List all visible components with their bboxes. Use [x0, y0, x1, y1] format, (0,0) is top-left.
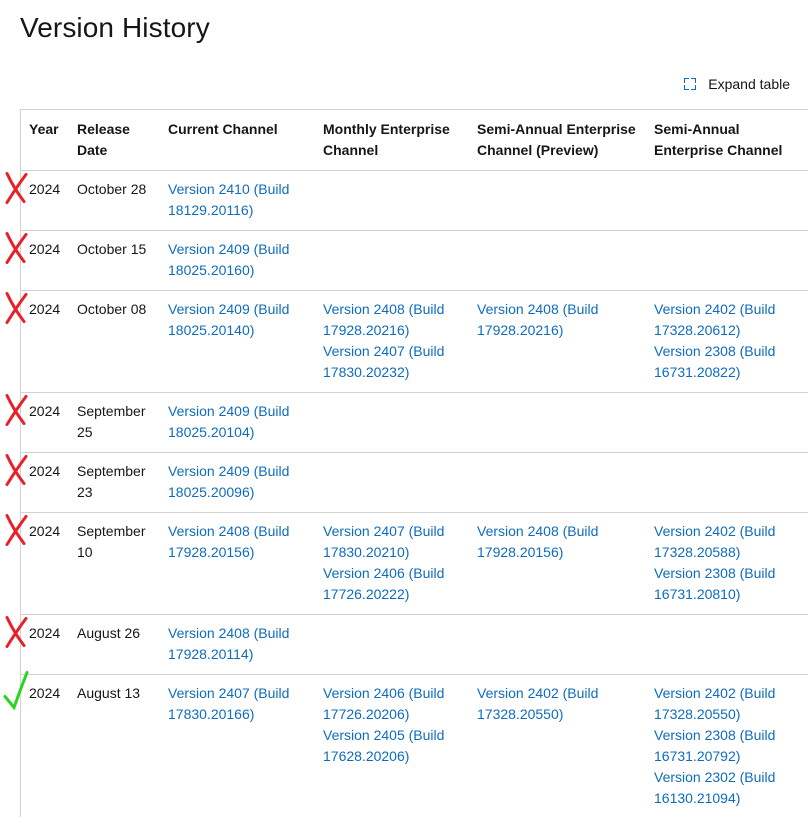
cell-current-channel: Version 2409 (Build 18025.20160)	[160, 231, 315, 291]
version-link[interactable]: Version 2408 (Build 17928.20156)	[477, 521, 642, 563]
version-link[interactable]: Version 2406 (Build 17726.20206)	[323, 683, 465, 725]
cell-semi-annual-enterprise	[646, 231, 808, 291]
cell-current-channel: Version 2409 (Build 18025.20096)	[160, 453, 315, 513]
table-body: 2024October 28Version 2410 (Build 18129.…	[21, 171, 808, 817]
header-semi-annual-enterprise: Semi-Annual Enterprise Channel	[646, 110, 808, 171]
cell-semi-annual-preview	[469, 615, 646, 675]
table-row: 2024October 15Version 2409 (Build 18025.…	[21, 231, 808, 291]
cell-release-date: September 23	[69, 453, 160, 513]
version-link[interactable]: Version 2410 (Build 18129.20116)	[168, 179, 311, 221]
cell-semi-annual-enterprise: Version 2402 (Build 17328.20588)Version …	[646, 513, 808, 615]
cell-current-channel: Version 2409 (Build 18025.20140)	[160, 291, 315, 393]
version-link[interactable]: Version 2407 (Build 17830.20210)	[323, 521, 465, 563]
cell-current-channel: Version 2408 (Build 17928.20114)	[160, 615, 315, 675]
cell-semi-annual-enterprise	[646, 393, 808, 453]
cell-year: 2024	[21, 615, 69, 675]
cell-semi-annual-preview	[469, 171, 646, 231]
version-link[interactable]: Version 2409 (Build 18025.20160)	[168, 239, 311, 281]
version-link[interactable]: Version 2302 (Build 16130.21094)	[654, 767, 807, 809]
table-row: 2024September 23Version 2409 (Build 1802…	[21, 453, 808, 513]
version-link[interactable]: Version 2407 (Build 17830.20232)	[323, 341, 465, 383]
cell-current-channel: Version 2409 (Build 18025.20104)	[160, 393, 315, 453]
cell-release-date: October 28	[69, 171, 160, 231]
cell-monthly-enterprise	[315, 231, 469, 291]
version-link[interactable]: Version 2408 (Build 17928.20114)	[168, 623, 311, 665]
version-link[interactable]: Version 2409 (Build 18025.20140)	[168, 299, 311, 341]
cell-release-date: August 13	[69, 675, 160, 817]
table-row: 2024August 13Version 2407 (Build 17830.2…	[21, 675, 808, 817]
cell-year: 2024	[21, 513, 69, 615]
cell-semi-annual-preview: Version 2408 (Build 17928.20156)	[469, 513, 646, 615]
cell-release-date: September 10	[69, 513, 160, 615]
cell-semi-annual-enterprise	[646, 171, 808, 231]
cell-year: 2024	[21, 171, 69, 231]
version-link[interactable]: Version 2407 (Build 17830.20166)	[168, 683, 311, 725]
header-current-channel: Current Channel	[160, 110, 315, 171]
table-row: 2024October 08Version 2409 (Build 18025.…	[21, 291, 808, 393]
version-link[interactable]: Version 2308 (Build 16731.20792)	[654, 725, 807, 767]
table-row: 2024September 10Version 2408 (Build 1792…	[21, 513, 808, 615]
cell-semi-annual-preview: Version 2402 (Build 17328.20550)	[469, 675, 646, 817]
version-link[interactable]: Version 2405 (Build 17628.20206)	[323, 725, 465, 767]
cell-year: 2024	[21, 675, 69, 817]
table-row: 2024October 28Version 2410 (Build 18129.…	[21, 171, 808, 231]
cell-monthly-enterprise	[315, 615, 469, 675]
cell-current-channel: Version 2410 (Build 18129.20116)	[160, 171, 315, 231]
expand-icon	[684, 78, 696, 90]
cell-release-date: October 15	[69, 231, 160, 291]
expand-table-label: Expand table	[708, 76, 790, 92]
cell-semi-annual-preview	[469, 393, 646, 453]
cell-release-date: September 25	[69, 393, 160, 453]
version-link[interactable]: Version 2406 (Build 17726.20222)	[323, 563, 465, 605]
cell-semi-annual-preview	[469, 231, 646, 291]
cell-monthly-enterprise: Version 2406 (Build 17726.20206)Version …	[315, 675, 469, 817]
version-link[interactable]: Version 2308 (Build 16731.20822)	[654, 341, 807, 383]
cell-monthly-enterprise	[315, 453, 469, 513]
table-header-row: Year Release Date Current Channel Monthl…	[21, 110, 808, 171]
version-link[interactable]: Version 2408 (Build 17928.20156)	[168, 521, 311, 563]
version-link[interactable]: Version 2402 (Build 17328.20550)	[477, 683, 642, 725]
version-link[interactable]: Version 2402 (Build 17328.20550)	[654, 683, 807, 725]
cell-monthly-enterprise: Version 2407 (Build 17830.20210)Version …	[315, 513, 469, 615]
cell-semi-annual-enterprise	[646, 453, 808, 513]
version-history-table-container[interactable]: Year Release Date Current Channel Monthl…	[20, 109, 808, 817]
cell-year: 2024	[21, 393, 69, 453]
version-link[interactable]: Version 2409 (Build 18025.20104)	[168, 401, 311, 443]
version-history-table: Year Release Date Current Channel Monthl…	[21, 110, 808, 817]
cell-monthly-enterprise	[315, 393, 469, 453]
version-link[interactable]: Version 2409 (Build 18025.20096)	[168, 461, 311, 503]
cell-release-date: August 26	[69, 615, 160, 675]
header-semi-annual-preview: Semi-Annual Enterprise Channel (Preview)	[469, 110, 646, 171]
header-year: Year	[21, 110, 69, 171]
version-link[interactable]: Version 2402 (Build 17328.20588)	[654, 521, 807, 563]
cell-release-date: October 08	[69, 291, 160, 393]
page-title: Version History	[20, 12, 210, 44]
expand-table-button[interactable]: Expand table	[684, 76, 790, 92]
cell-monthly-enterprise: Version 2408 (Build 17928.20216)Version …	[315, 291, 469, 393]
cell-semi-annual-preview	[469, 453, 646, 513]
table-row: 2024September 25Version 2409 (Build 1802…	[21, 393, 808, 453]
cell-semi-annual-preview: Version 2408 (Build 17928.20216)	[469, 291, 646, 393]
version-link[interactable]: Version 2408 (Build 17928.20216)	[477, 299, 642, 341]
version-link[interactable]: Version 2308 (Build 16731.20810)	[654, 563, 807, 605]
table-row: 2024August 26Version 2408 (Build 17928.2…	[21, 615, 808, 675]
cell-current-channel: Version 2408 (Build 17928.20156)	[160, 513, 315, 615]
header-release-date: Release Date	[69, 110, 160, 171]
cell-semi-annual-enterprise	[646, 615, 808, 675]
cell-current-channel: Version 2407 (Build 17830.20166)	[160, 675, 315, 817]
cell-year: 2024	[21, 231, 69, 291]
cell-monthly-enterprise	[315, 171, 469, 231]
cell-year: 2024	[21, 453, 69, 513]
cell-semi-annual-enterprise: Version 2402 (Build 17328.20550)Version …	[646, 675, 808, 817]
cell-year: 2024	[21, 291, 69, 393]
version-link[interactable]: Version 2402 (Build 17328.20612)	[654, 299, 807, 341]
header-monthly-enterprise-channel: Monthly Enterprise Channel	[315, 110, 469, 171]
cell-semi-annual-enterprise: Version 2402 (Build 17328.20612)Version …	[646, 291, 808, 393]
version-link[interactable]: Version 2408 (Build 17928.20216)	[323, 299, 465, 341]
